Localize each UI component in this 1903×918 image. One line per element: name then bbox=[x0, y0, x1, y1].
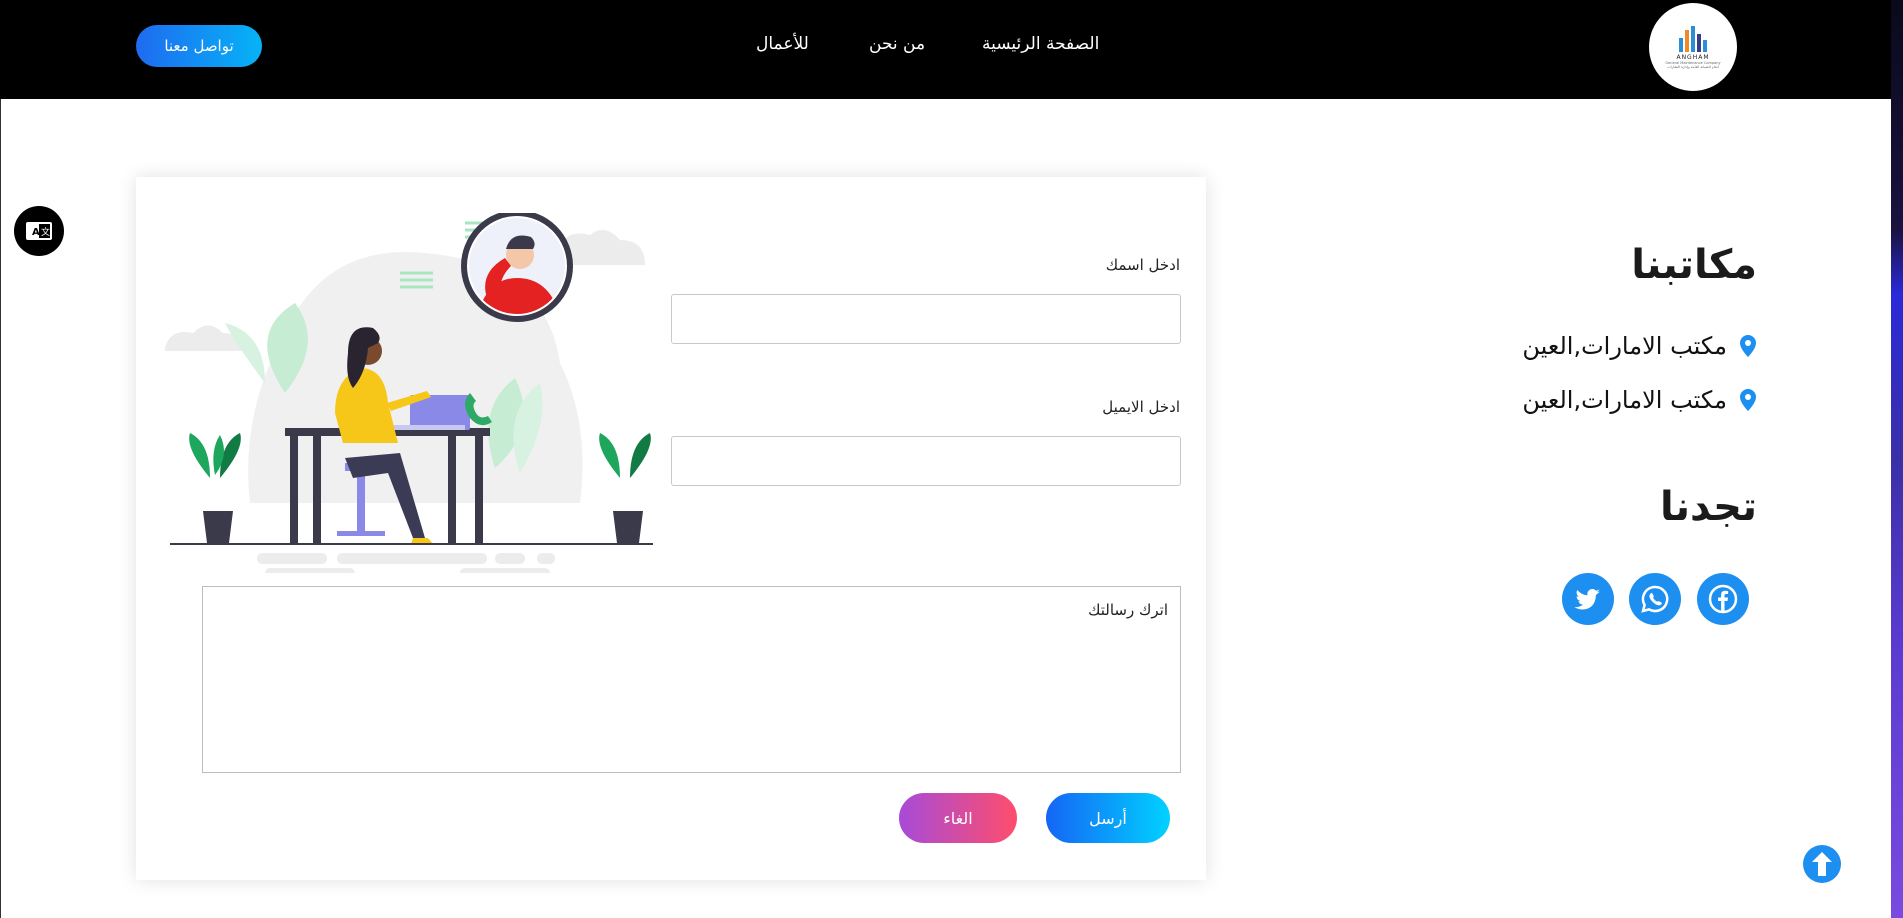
office-item: مكتب الامارات,العين bbox=[1522, 386, 1757, 414]
whatsapp-link[interactable] bbox=[1629, 573, 1681, 625]
translate-icon: A 文 bbox=[26, 222, 52, 240]
office-name: مكتب الامارات,العين bbox=[1522, 332, 1727, 360]
email-input[interactable] bbox=[671, 436, 1181, 486]
nav-link-about[interactable]: من نحن bbox=[869, 30, 925, 58]
nav-link-works[interactable]: للأعمال bbox=[756, 30, 809, 58]
location-pin-icon bbox=[1740, 335, 1756, 357]
facebook-icon bbox=[1708, 584, 1738, 614]
scroll-to-top-button[interactable] bbox=[1803, 845, 1841, 883]
message-placeholder: اترك رسالتك bbox=[1088, 601, 1168, 619]
message-textarea[interactable]: اترك رسالتك bbox=[202, 586, 1181, 773]
nav-links: الصفحة الرئيسية من نحن للأعمال bbox=[0, 30, 1891, 60]
office-name: مكتب الامارات,العين bbox=[1522, 386, 1727, 414]
contact-us-button[interactable]: تواصل معنا bbox=[136, 25, 262, 67]
name-input[interactable] bbox=[671, 294, 1181, 344]
find-us-heading: تجدنا bbox=[1660, 484, 1757, 530]
svg-text:文: 文 bbox=[41, 226, 50, 238]
office-item: مكتب الامارات,العين bbox=[1522, 332, 1757, 360]
facebook-link[interactable] bbox=[1697, 573, 1749, 625]
contact-form-card: ادخل اسمك ادخل الايميل اترك رسالتك أرسل … bbox=[136, 177, 1206, 880]
twitter-link[interactable] bbox=[1562, 573, 1614, 625]
arrow-up-icon bbox=[1812, 852, 1832, 876]
location-pin-icon bbox=[1740, 389, 1756, 411]
page-edge-strip bbox=[1891, 0, 1903, 918]
cancel-button[interactable]: الغاء bbox=[899, 793, 1017, 843]
nav-link-home[interactable]: الصفحة الرئيسية bbox=[982, 30, 1099, 58]
email-label: ادخل الايميل bbox=[1102, 398, 1180, 416]
send-button[interactable]: أرسل bbox=[1046, 793, 1170, 843]
offices-heading: مكاتبنا bbox=[1631, 242, 1757, 288]
logo-arabic-tagline: أنغام للصيانة العامة وإدارة العقارات bbox=[1667, 64, 1719, 69]
translate-button[interactable]: A 文 bbox=[14, 206, 64, 256]
svg-text:A: A bbox=[32, 227, 40, 238]
name-label: ادخل اسمك bbox=[1105, 256, 1180, 274]
customer-support-illustration bbox=[165, 213, 653, 573]
navbar: ANGHAM General Maintenance Company أنغام… bbox=[0, 0, 1891, 99]
whatsapp-icon bbox=[1641, 585, 1669, 613]
page-left-border bbox=[0, 99, 1, 918]
twitter-icon bbox=[1574, 588, 1600, 610]
